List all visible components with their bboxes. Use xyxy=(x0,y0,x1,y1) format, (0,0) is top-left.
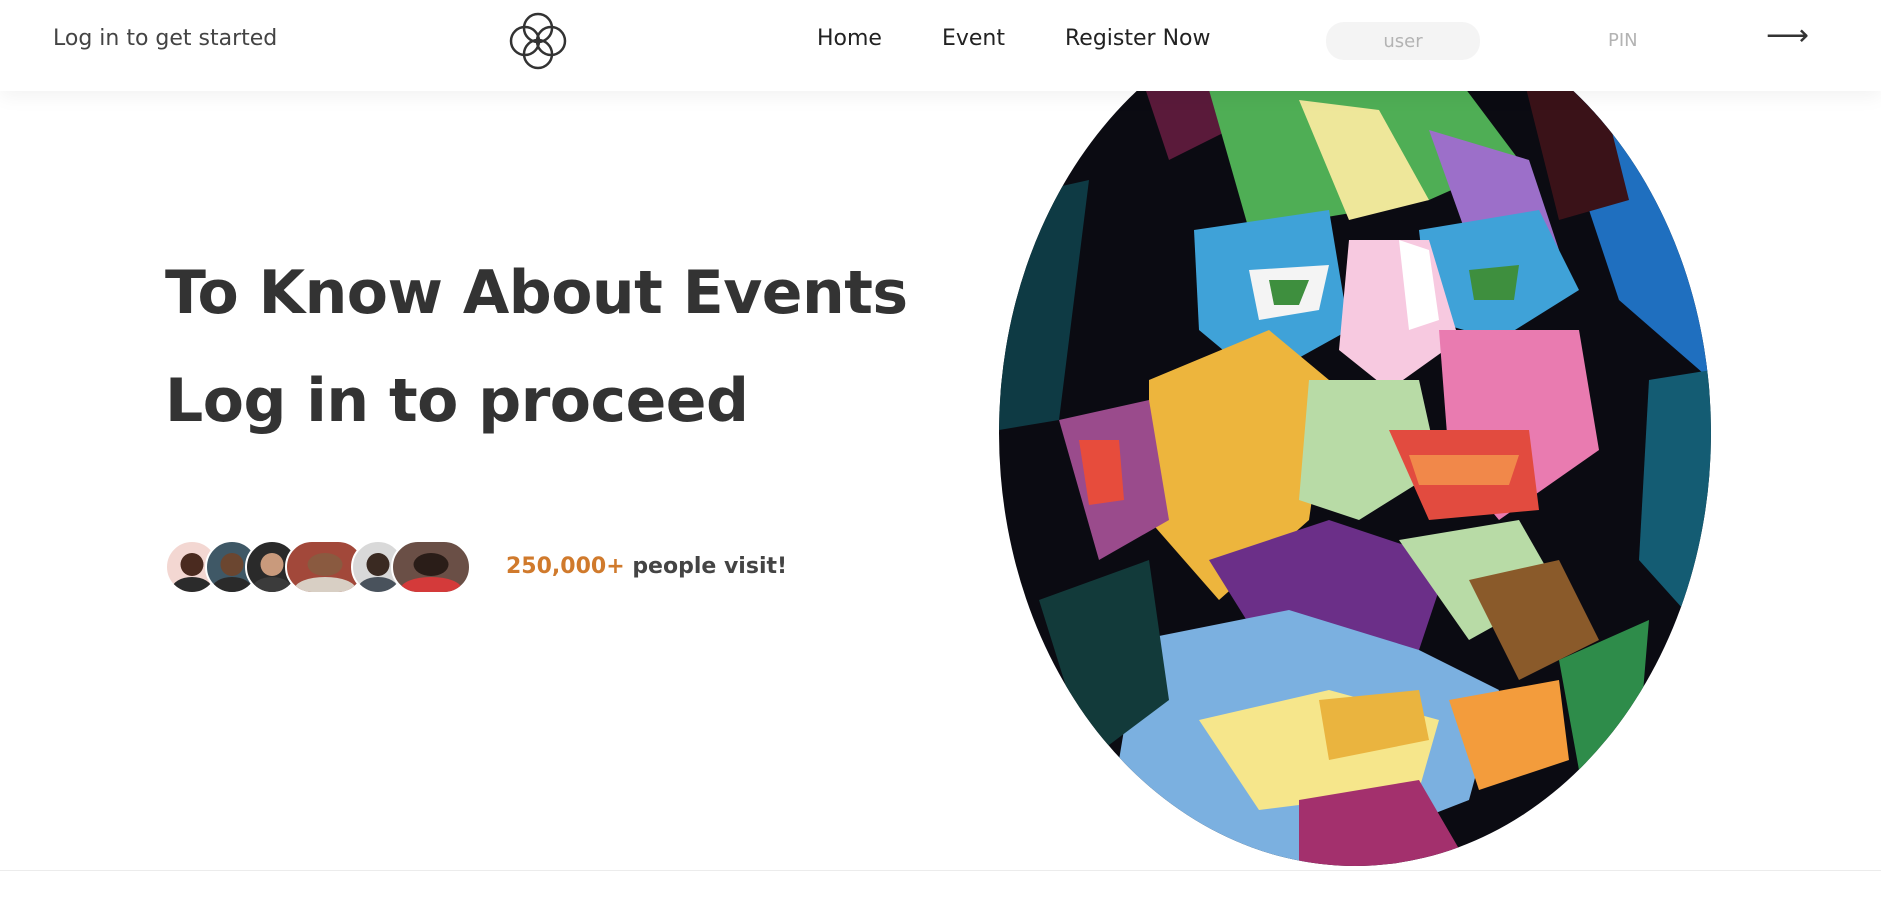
bottom-divider xyxy=(0,870,1881,871)
nav-register-now[interactable]: Register Now xyxy=(1065,26,1210,51)
avatar xyxy=(391,540,471,594)
main-nav: Home Event Register Now xyxy=(817,26,1210,51)
visitor-count: 250,000+ xyxy=(506,554,625,579)
visitor-label: people visit! xyxy=(632,554,788,579)
nav-home[interactable]: Home xyxy=(817,26,882,51)
header-tagline: Log in to get started xyxy=(53,26,278,51)
hero-heading-line-2: Log in to proceed xyxy=(165,366,749,436)
nav-event[interactable]: Event xyxy=(942,26,1005,51)
hero-portrait-image xyxy=(999,0,1711,866)
pop-art-portrait-graphic xyxy=(999,0,1711,866)
hero-heading-line-1: To Know About Events xyxy=(165,258,908,328)
right-arrow-icon[interactable]: ⟶ xyxy=(1766,18,1809,53)
top-header: Log in to get started Home Event Registe… xyxy=(0,0,1881,91)
visitor-avatars xyxy=(165,540,471,594)
user-input[interactable] xyxy=(1326,22,1480,60)
four-ring-logo-icon[interactable] xyxy=(505,8,571,74)
visitor-count-text: 250,000+ people visit! xyxy=(506,554,787,579)
pin-input[interactable] xyxy=(1560,22,1690,58)
